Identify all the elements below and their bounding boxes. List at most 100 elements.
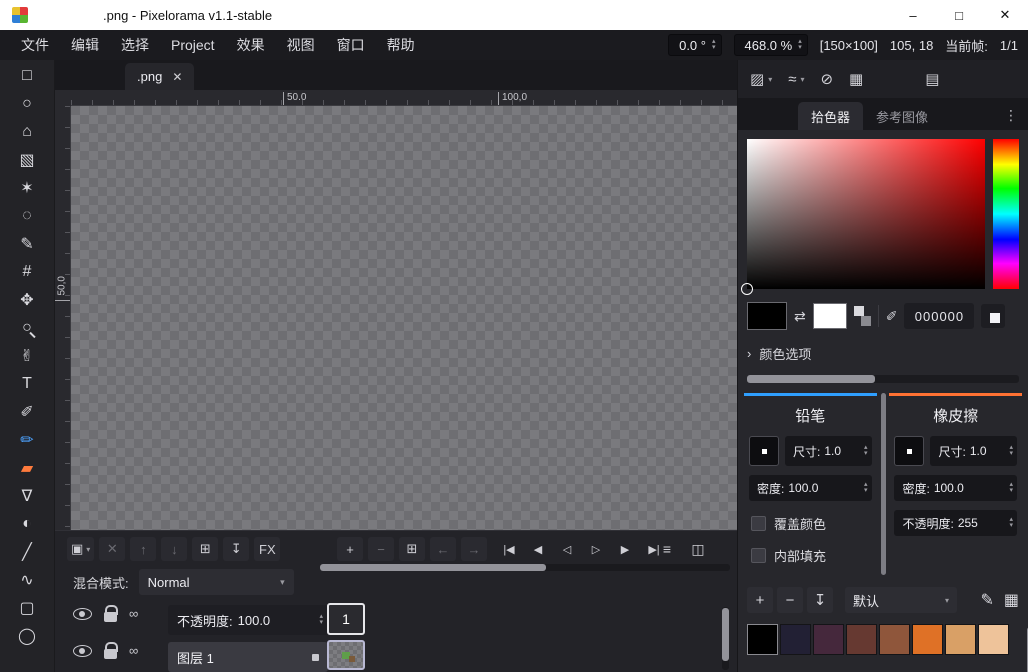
maximize-button[interactable]: □	[936, 0, 982, 30]
tool-rectangle-select[interactable]: □	[12, 63, 42, 89]
merge-layer-button[interactable]: ↧	[223, 537, 249, 561]
tool-ellipse[interactable]: ◯	[12, 623, 42, 649]
minimize-button[interactable]: –	[890, 0, 936, 30]
kebab-menu-icon[interactable]: ⋮	[1004, 107, 1028, 130]
scrollbar-thumb[interactable]	[747, 375, 875, 383]
color-cursor[interactable]	[741, 283, 753, 295]
symmetry-options-button[interactable]: ▨ ▾	[750, 70, 772, 88]
brush-type-button[interactable]	[749, 436, 779, 466]
eraser-size-spinbox[interactable]: 尺寸: 1.0 ▴▾	[930, 436, 1017, 466]
close-button[interactable]: ✕	[982, 0, 1028, 30]
play-button[interactable]: ▷	[584, 537, 608, 561]
tool-lasso[interactable]: ◌	[12, 203, 42, 229]
dynamics-options-button[interactable]: ≈ ▾	[788, 71, 804, 88]
fill-inside-checkbox[interactable]: 内部填充	[751, 546, 870, 565]
menu-window[interactable]: 窗口	[326, 30, 376, 60]
swap-colors-icon[interactable]: ⇄	[794, 308, 806, 325]
eraser-density-spinbox[interactable]: 密度: 100.0 ▴▾	[894, 475, 1017, 501]
edit-palette-icon[interactable]: ✎	[980, 590, 993, 610]
palette-select[interactable]: 默认 ▾	[845, 587, 957, 613]
hue-slider[interactable]	[993, 139, 1019, 289]
pencil-density-spinbox[interactable]: 密度: 100.0 ▴▾	[749, 475, 872, 501]
eye-icon[interactable]	[73, 645, 92, 657]
spin-down-icon[interactable]: ▾	[712, 45, 716, 51]
canvas[interactable]	[71, 106, 737, 530]
tool-paint-select[interactable]: ✎	[12, 231, 42, 257]
horizontal-scrollbar[interactable]	[747, 375, 1019, 383]
palette-grid-icon[interactable]: ▦	[1004, 590, 1019, 610]
tool-shading[interactable]: ◐	[12, 511, 42, 537]
tool-color-picker[interactable]: ✐	[12, 399, 42, 425]
layer-name-field[interactable]: 图层 1	[168, 642, 328, 672]
add-palette-button[interactable]: +	[747, 587, 773, 613]
vertical-scrollbar[interactable]	[879, 393, 888, 575]
move-layer-up-button[interactable]: ↑	[130, 537, 156, 561]
palette-swatch[interactable]	[846, 624, 877, 655]
spin-down-icon[interactable]: ▾	[864, 488, 868, 494]
primary-color-swatch[interactable]	[747, 302, 787, 330]
tool-ellipse-select[interactable]: ○	[12, 91, 42, 117]
add-layer-button[interactable]: ▣ ▾	[67, 537, 94, 561]
remove-palette-button[interactable]: −	[777, 587, 803, 613]
menu-view[interactable]: 视图	[276, 30, 326, 60]
import-palette-button[interactable]: ↧	[807, 587, 833, 613]
color-options-expander[interactable]: › 颜色选项	[747, 344, 1019, 363]
timeline-horizontal-scrollbar[interactable]	[320, 564, 730, 571]
menu-project[interactable]: Project	[160, 30, 226, 60]
color-mode-button[interactable]	[981, 304, 1005, 328]
layer-opacity-spinbox[interactable]: 不透明度: 100.0 ▴▾	[168, 605, 328, 635]
spin-down-icon[interactable]: ▾	[1009, 451, 1013, 457]
pixel-perfect-icon[interactable]: ⊘	[820, 70, 833, 88]
tool-polygon-select[interactable]: ⌂	[12, 119, 42, 145]
lock-icon[interactable]	[104, 649, 117, 659]
spin-down-icon[interactable]: ▾	[1009, 523, 1013, 529]
scrollbar-thumb[interactable]	[722, 608, 729, 662]
tool-pencil[interactable]: ✏	[12, 427, 42, 453]
timeline-vertical-scrollbar[interactable]	[722, 607, 729, 670]
tab-reference-images[interactable]: 参考图像	[863, 102, 941, 130]
pencil-size-spinbox[interactable]: 尺寸: 1.0 ▴▾	[785, 436, 872, 466]
palette-swatch[interactable]	[747, 624, 778, 655]
spin-down-icon[interactable]: ▾	[798, 45, 802, 51]
tool-eraser[interactable]: ▰	[12, 455, 42, 481]
onion-settings-button[interactable]: ≡	[654, 537, 680, 561]
link-cels-icon[interactable]: ∞	[129, 643, 138, 658]
clone-frame-button[interactable]: ⊞	[399, 537, 425, 561]
remove-frame-button[interactable]: −	[368, 537, 394, 561]
tool-crop[interactable]: #	[12, 259, 42, 285]
palette-swatch[interactable]	[780, 624, 811, 655]
close-icon[interactable]: ✕	[172, 70, 182, 84]
previous-frame-button[interactable]: ◀	[526, 537, 550, 561]
eye-icon[interactable]	[73, 608, 92, 620]
tab-color-picker[interactable]: 拾色器	[798, 102, 863, 130]
palette-swatch[interactable]	[945, 624, 976, 655]
overwrite-color-checkbox[interactable]: 覆盖颜色	[751, 514, 870, 533]
reset-colors-button[interactable]	[854, 306, 871, 326]
menu-effects[interactable]: 效果	[226, 30, 276, 60]
palette-swatch[interactable]	[978, 624, 1009, 655]
layer-fx-button[interactable]: FX	[254, 537, 280, 561]
tool-zoom[interactable]: ○	[12, 315, 42, 341]
blend-mode-select[interactable]: Normal ▾	[139, 569, 294, 595]
tool-text[interactable]: T	[12, 371, 42, 397]
spin-down-icon[interactable]: ▾	[1009, 488, 1013, 494]
scrollbar-thumb[interactable]	[881, 393, 886, 575]
palette-swatch[interactable]	[879, 624, 910, 655]
move-frame-left-button[interactable]: ←	[430, 537, 456, 561]
frame-header[interactable]: 1	[327, 603, 365, 635]
tool-pan[interactable]: ✌	[12, 343, 42, 369]
cel-thumbnail[interactable]	[327, 640, 365, 670]
horizontal-ruler[interactable]: 50.0 100,0	[71, 90, 737, 106]
tool-select-by-color[interactable]: ▧	[12, 147, 42, 173]
scrollbar-thumb[interactable]	[320, 564, 546, 571]
clone-layer-button[interactable]: ⊞	[192, 537, 218, 561]
tool-magic-wand[interactable]: ✶	[12, 175, 42, 201]
tool-rectangle[interactable]: ▢	[12, 595, 42, 621]
canvas-tab[interactable]: .png ✕	[125, 63, 194, 90]
add-frame-button[interactable]: +	[337, 537, 363, 561]
menu-file[interactable]: 文件	[10, 30, 60, 60]
eraser-opacity-spinbox[interactable]: 不透明度: 255 ▴▾	[894, 510, 1017, 536]
onion-skinning-button[interactable]: ◫	[685, 537, 711, 561]
menu-edit[interactable]: 编辑	[60, 30, 110, 60]
saturation-value-box[interactable]	[747, 139, 985, 289]
